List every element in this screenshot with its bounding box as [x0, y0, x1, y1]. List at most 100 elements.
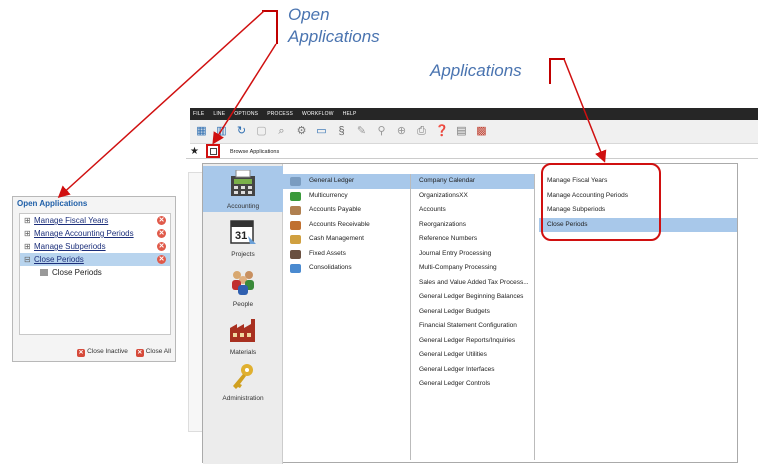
cash-management-icon: [290, 235, 301, 244]
browse-applications-tab[interactable]: Browse Applications: [230, 145, 279, 159]
consolidations-icon: [290, 264, 301, 273]
module-item[interactable]: Consolidations: [283, 261, 410, 276]
category-column: Accounting 31 Projects People Materials …: [203, 164, 283, 464]
menu-options[interactable]: OPTIONS: [234, 111, 258, 117]
print-icon[interactable]: ⎙: [415, 125, 428, 138]
find-icon[interactable]: ⚲: [375, 125, 388, 138]
menu-help[interactable]: HELP: [343, 111, 357, 117]
close-inactive-button[interactable]: Close Inactive: [87, 348, 128, 355]
open-app-label[interactable]: Manage Fiscal Years: [34, 216, 108, 225]
category-materials[interactable]: Materials: [203, 316, 283, 360]
module-item[interactable]: Multicurrency: [283, 189, 410, 204]
submodule-item[interactable]: Journal Entry Processing: [411, 247, 534, 262]
submodule-item[interactable]: Multi-Company Processing: [411, 261, 534, 276]
close-all-button[interactable]: Close All: [146, 348, 171, 355]
module-label: General Ledger: [309, 177, 355, 184]
module-item-selected[interactable]: General Ledger: [283, 174, 410, 189]
submodule-item[interactable]: OrganizationsXX: [411, 189, 534, 204]
category-administration[interactable]: Administration: [203, 362, 283, 408]
tools-icon[interactable]: ⚙: [295, 125, 308, 138]
close-inactive-icon[interactable]: ✕: [77, 349, 86, 357]
submodule-item[interactable]: Reference Numbers: [411, 232, 534, 247]
save-as-icon[interactable]: ▥: [215, 125, 228, 138]
callout-bracket: [549, 58, 565, 60]
help-icon[interactable]: ❓: [435, 125, 449, 138]
module-item[interactable]: Cash Management: [283, 232, 410, 247]
category-people[interactable]: People: [203, 268, 283, 314]
expand-icon[interactable]: ⊞: [24, 214, 34, 227]
category-label: People: [232, 301, 254, 308]
menu-bar: FILE LINE OPTIONS PROCESS WORKFLOW HELP: [190, 108, 758, 120]
category-projects[interactable]: 31 Projects: [203, 218, 283, 262]
open-app-item-selected[interactable]: ⊟ Close Periods ✕: [20, 253, 170, 266]
submodule-list: Company Calendar OrganizationsXX Account…: [411, 174, 535, 460]
module-label: Cash Management: [309, 235, 364, 242]
module-label: Accounts Payable: [309, 206, 362, 213]
edit-icon[interactable]: ✎: [355, 125, 368, 138]
calendar-icon: 31: [230, 220, 256, 244]
accounts-payable-icon: [290, 206, 301, 215]
category-label: Accounting: [226, 203, 260, 210]
open-applications-title: Open Applications: [17, 199, 88, 208]
attachment-icon[interactable]: §: [335, 125, 348, 138]
close-icon[interactable]: ✕: [157, 216, 166, 225]
menu-line[interactable]: LINE: [213, 111, 225, 117]
refresh-icon[interactable]: ↻: [235, 125, 248, 138]
save-icon[interactable]: ▦: [195, 125, 208, 138]
svg-text:31: 31: [235, 230, 247, 242]
general-ledger-icon: [290, 177, 301, 186]
document-icon: [40, 269, 48, 276]
report-icon[interactable]: ▩: [475, 125, 488, 138]
browse-applications-button[interactable]: [206, 144, 220, 158]
accounts-receivable-icon: [290, 220, 301, 230]
open-app-label[interactable]: Manage Accounting Periods: [34, 229, 134, 238]
submodule-item[interactable]: Financial Statement Configuration: [411, 319, 534, 334]
favorites-star-icon[interactable]: ★: [190, 145, 199, 159]
submodule-item-selected[interactable]: Company Calendar: [411, 174, 534, 189]
module-item[interactable]: Accounts Payable: [283, 203, 410, 218]
close-icon[interactable]: ✕: [157, 229, 166, 238]
submodule-item[interactable]: Sales and Value Added Tax Process...: [411, 276, 534, 291]
open-applications-panel: Open Applications ⊞ Manage Fiscal Years ✕…: [12, 196, 176, 362]
close-icon[interactable]: ✕: [157, 255, 166, 264]
menu-process[interactable]: PROCESS: [267, 111, 293, 117]
menu-workflow[interactable]: WORKFLOW: [302, 111, 334, 117]
open-app-item[interactable]: ⊞ Manage Subperiods ✕: [20, 240, 170, 253]
submodule-item[interactable]: Accounts: [411, 203, 534, 218]
expand-icon[interactable]: ⊞: [24, 240, 34, 253]
clipboard-icon[interactable]: ▤: [455, 125, 468, 138]
submodule-item[interactable]: Reorganizations: [411, 218, 534, 233]
search-icon[interactable]: ⌕: [275, 125, 288, 138]
close-all-icon[interactable]: ✕: [135, 349, 144, 357]
open-applications-callout: Open Applications: [288, 4, 380, 48]
monitor-icon[interactable]: ▭: [315, 125, 328, 138]
open-app-label[interactable]: Close Periods: [34, 255, 84, 264]
collapse-icon[interactable]: ⊟: [24, 253, 34, 266]
module-label: Fixed Assets: [309, 249, 346, 257]
applications-highlight: [541, 163, 661, 241]
callout-bracket: [276, 10, 278, 44]
expand-icon[interactable]: ⊞: [24, 227, 34, 240]
menu-file[interactable]: FILE: [193, 111, 204, 117]
zoom-icon[interactable]: ⊕: [395, 125, 408, 138]
multicurrency-icon: [290, 191, 301, 201]
callout-bracket: [262, 10, 276, 12]
submodule-item[interactable]: General Ledger Reports/Inquiries: [411, 334, 534, 349]
module-list: General Ledger Multicurrency Accounts Pa…: [283, 174, 411, 460]
module-item[interactable]: Accounts Receivable: [283, 218, 410, 233]
submodule-item[interactable]: General Ledger Beginning Balances: [411, 290, 534, 305]
submodule-item[interactable]: General Ledger Controls: [411, 377, 534, 392]
submodule-item[interactable]: General Ledger Utilities: [411, 348, 534, 363]
submodule-item[interactable]: General Ledger Budgets: [411, 305, 534, 320]
category-label: Projects: [231, 251, 255, 258]
category-accounting[interactable]: Accounting: [203, 166, 283, 212]
new-document-icon[interactable]: ▢: [255, 125, 268, 138]
open-app-label[interactable]: Manage Subperiods: [34, 242, 106, 251]
close-icon[interactable]: ✕: [157, 242, 166, 251]
submodule-item[interactable]: General Ledger Interfaces: [411, 363, 534, 378]
module-item[interactable]: Fixed Assets: [283, 247, 410, 262]
open-app-child[interactable]: Close Periods: [20, 266, 170, 279]
category-label: Materials: [229, 349, 257, 356]
open-app-item[interactable]: ⊞ Manage Fiscal Years ✕: [20, 214, 170, 227]
open-app-item[interactable]: ⊞ Manage Accounting Periods ✕: [20, 227, 170, 240]
